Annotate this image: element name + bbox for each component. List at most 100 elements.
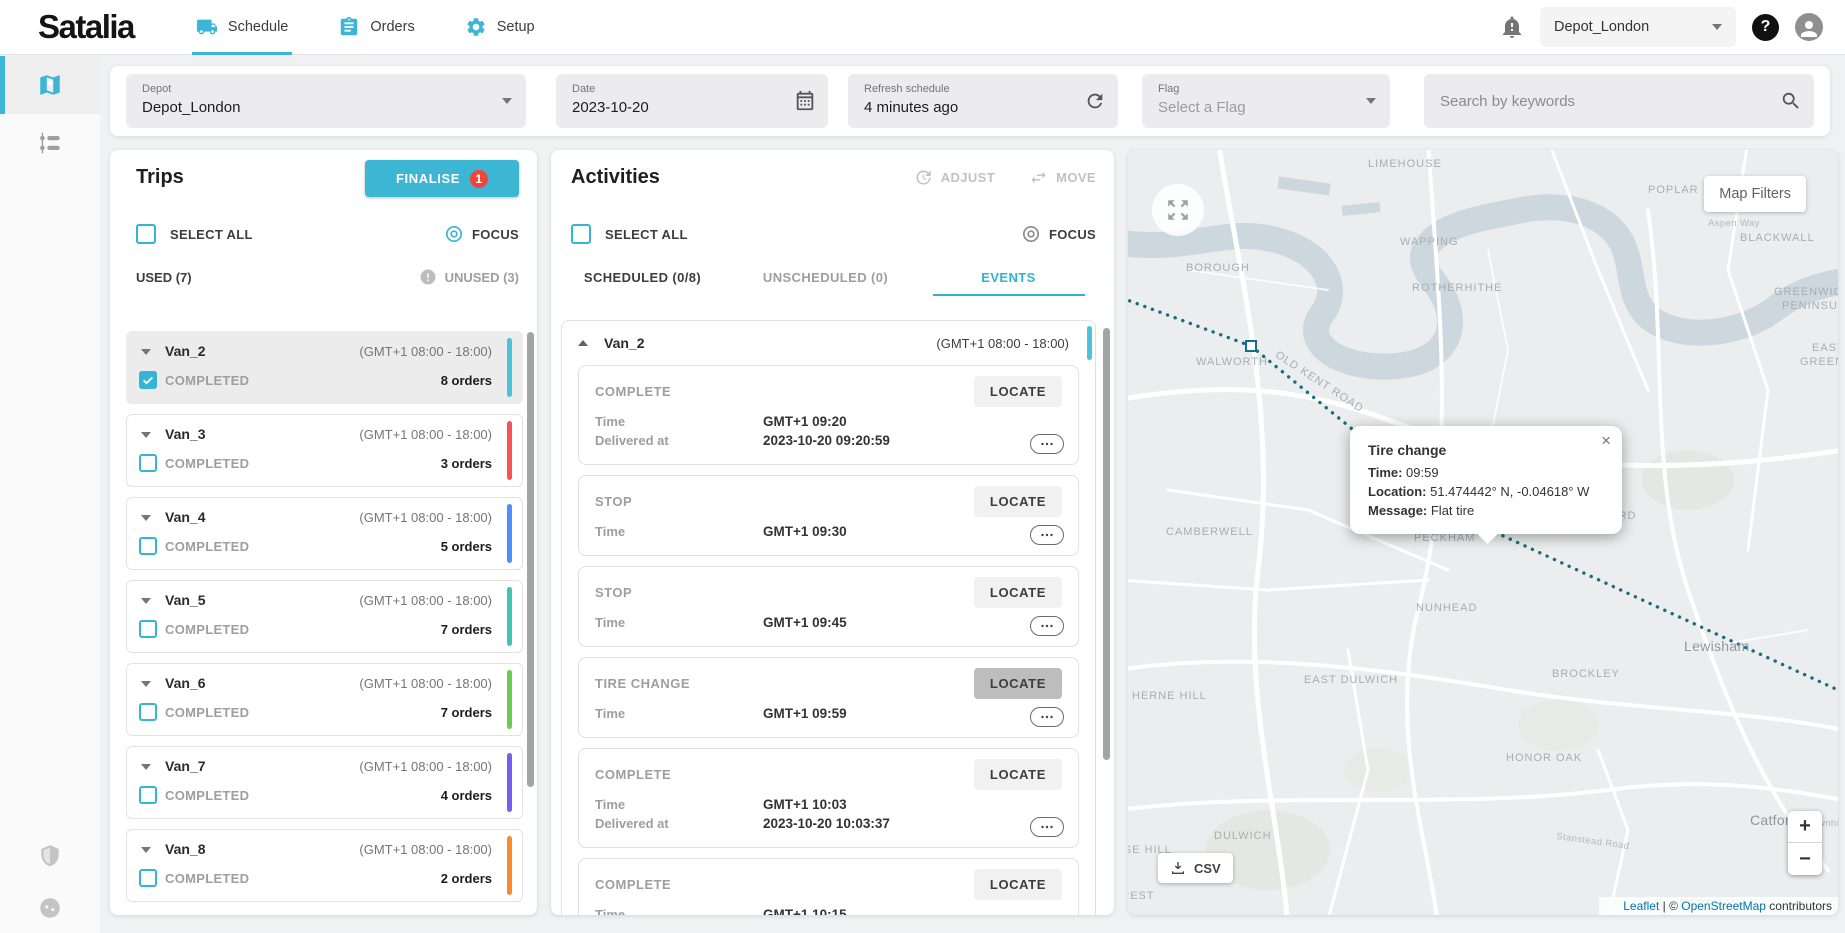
download-icon (1170, 860, 1186, 876)
locate-button[interactable]: LOCATE (974, 486, 1062, 517)
van-time-window: (GMT+1 08:00 - 18:00) (359, 344, 492, 359)
locate-button[interactable]: LOCATE (974, 577, 1062, 608)
collapse-caret-icon[interactable] (141, 847, 151, 853)
trip-row-Van_2[interactable]: Van_2 (GMT+1 08:00 - 18:00) COMPLETED 8 … (126, 331, 523, 404)
csv-export-button[interactable]: CSV (1158, 853, 1233, 883)
search-input[interactable] (1440, 93, 1770, 110)
refresh-schedule[interactable]: Refresh schedule 4 minutes ago (848, 74, 1118, 128)
sidebar-item-privacy[interactable] (0, 843, 100, 869)
event-type: STOP (595, 494, 632, 509)
tooltip-title: Tire change (1368, 442, 1604, 458)
van-checkbox[interactable] (139, 786, 157, 804)
event-detail-label: Time (595, 522, 763, 541)
trip-row-Van_8[interactable]: Van_8 (GMT+1 08:00 - 18:00) COMPLETED 2 … (126, 829, 523, 902)
van-checkbox[interactable] (139, 371, 157, 389)
warning-icon (419, 268, 437, 286)
more-options-button[interactable] (1030, 707, 1064, 727)
collapse-caret-icon[interactable] (141, 349, 151, 355)
notifications-bell-icon[interactable] (1500, 15, 1524, 39)
trips-scrollbar[interactable] (527, 332, 534, 787)
collapse-caret-icon[interactable] (141, 764, 151, 770)
map-filters-button[interactable]: Map Filters (1704, 176, 1806, 212)
event-card: STOP LOCATE Time GMT+1 09:45 (578, 566, 1079, 647)
sidebar-item-timeline-view[interactable] (0, 114, 100, 172)
flag-filter[interactable]: Flag Select a Flag (1142, 74, 1390, 128)
van-checkbox[interactable] (139, 454, 157, 472)
depot-switcher-select[interactable]: Depot_London (1540, 7, 1736, 47)
tab-scheduled[interactable]: SCHEDULED (0/8) (551, 258, 734, 296)
trips-focus-button[interactable]: FOCUS (444, 224, 519, 244)
collapse-caret-icon[interactable] (141, 515, 151, 521)
refresh-icon[interactable] (1084, 90, 1106, 112)
van-status: COMPLETED (165, 539, 249, 554)
trips-focus-label: FOCUS (472, 227, 519, 242)
event-list: COMPLETE LOCATE Time GMT+1 09:20 Deliver… (562, 365, 1095, 915)
van-status: COMPLETED (165, 788, 249, 803)
van-checkbox[interactable] (139, 620, 157, 638)
map-expand-button[interactable] (1152, 184, 1204, 236)
more-options-button[interactable] (1030, 817, 1064, 837)
locate-button[interactable]: LOCATE (974, 759, 1062, 790)
tab-setup[interactable]: Setup (461, 0, 539, 55)
event-group-header[interactable]: Van_2 (GMT+1 08:00 - 18:00) (562, 321, 1095, 365)
leaflet-link[interactable]: Leaflet (1623, 899, 1659, 913)
tab-label: Schedule (228, 19, 288, 35)
event-card: COMPLETE LOCATE Time GMT+1 10:03 Deliver… (578, 748, 1079, 848)
zoom-in-button[interactable]: + (1788, 811, 1822, 843)
van-checkbox[interactable] (139, 537, 157, 555)
map-label: GREENWICH (1774, 286, 1838, 298)
van-checkbox[interactable] (139, 869, 157, 887)
tab-unscheduled[interactable]: UNSCHEDULED (0) (734, 258, 917, 296)
date-filter-label: Date (572, 83, 788, 95)
collapse-caret-icon[interactable] (578, 340, 588, 346)
collapse-caret-icon[interactable] (141, 432, 151, 438)
map-label: Aspen Way (1708, 218, 1760, 229)
move-button[interactable]: MOVE (1029, 168, 1096, 187)
map-panel[interactable]: LIMEHOUSEPOPLARWAPPINGAspen WayBLACKWALL… (1128, 150, 1838, 915)
more-options-button[interactable] (1030, 616, 1064, 636)
event-detail-label: Delivered at (595, 814, 763, 833)
keyword-search (1424, 74, 1814, 128)
map-label: Lewisham (1684, 638, 1749, 654)
date-filter[interactable]: Date 2023-10-20 (556, 74, 828, 128)
adjust-button[interactable]: ADJUST (914, 168, 995, 187)
event-detail-row: Time GMT+1 09:45 (595, 613, 1062, 632)
trips-select-all-checkbox[interactable] (136, 224, 156, 244)
user-avatar[interactable] (1795, 13, 1823, 41)
tab-schedule[interactable]: Schedule (192, 0, 292, 55)
search-icon[interactable] (1780, 90, 1802, 112)
locate-button[interactable]: LOCATE (974, 869, 1062, 900)
sidebar-item-map-view[interactable] (0, 56, 100, 114)
osm-link[interactable]: OpenStreetMap (1681, 899, 1766, 913)
move-label: MOVE (1056, 170, 1096, 185)
trip-row-Van_6[interactable]: Van_6 (GMT+1 08:00 - 18:00) COMPLETED 7 … (126, 663, 523, 736)
activities-scrollbar[interactable] (1103, 328, 1110, 760)
trip-row-Van_4[interactable]: Van_4 (GMT+1 08:00 - 18:00) COMPLETED 5 … (126, 497, 523, 570)
map-label: NUNHEAD (1416, 602, 1477, 614)
trip-row-Van_7[interactable]: Van_7 (GMT+1 08:00 - 18:00) COMPLETED 4 … (126, 746, 523, 819)
sidebar-item-cookies[interactable] (0, 895, 100, 921)
locate-button[interactable]: LOCATE (974, 376, 1062, 407)
van-orders-count: 7 orders (441, 705, 492, 720)
van-color-bar (507, 670, 512, 729)
collapse-caret-icon[interactable] (141, 681, 151, 687)
trip-row-Van_5[interactable]: Van_5 (GMT+1 08:00 - 18:00) COMPLETED 7 … (126, 580, 523, 653)
tooltip-close-icon[interactable]: × (1601, 431, 1611, 451)
tab-events[interactable]: EVENTS (917, 258, 1100, 296)
event-type: TIRE CHANGE (595, 676, 690, 691)
van-checkbox[interactable] (139, 703, 157, 721)
zoom-out-button[interactable]: − (1788, 843, 1822, 875)
trip-row-Van_3[interactable]: Van_3 (GMT+1 08:00 - 18:00) COMPLETED 3 … (126, 414, 523, 487)
locate-button[interactable]: LOCATE (974, 668, 1062, 699)
activities-panel: Activities ADJUST MOVE SELECT ALL FOCUS … (551, 150, 1114, 915)
depot-filter[interactable]: Depot Depot_London (126, 74, 526, 128)
more-options-button[interactable] (1030, 525, 1064, 545)
finalise-button[interactable]: FINALISE 1 (365, 160, 519, 197)
activities-select-all-checkbox[interactable] (571, 224, 591, 244)
more-options-button[interactable] (1030, 434, 1064, 454)
tab-orders[interactable]: Orders (334, 0, 418, 55)
help-button[interactable]: ? (1752, 14, 1779, 41)
activities-focus-button[interactable]: FOCUS (1021, 224, 1096, 244)
van-name: Van_7 (165, 758, 205, 774)
collapse-caret-icon[interactable] (141, 598, 151, 604)
